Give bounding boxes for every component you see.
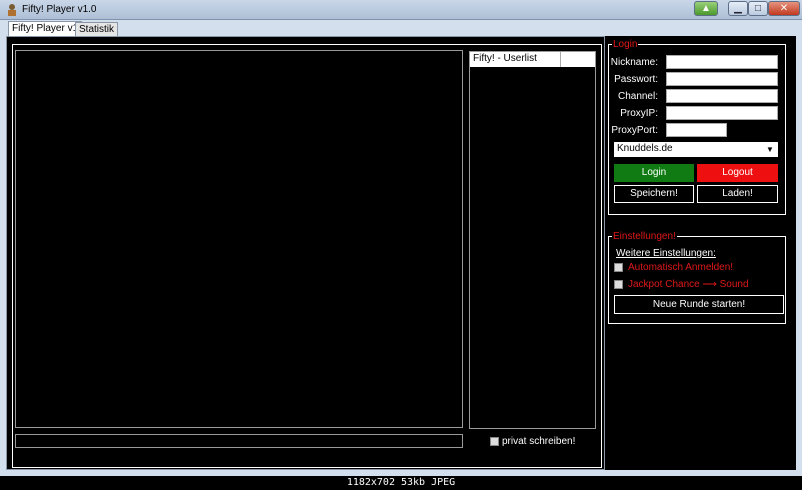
auto-login-label: Automatisch Anmelden!: [628, 262, 734, 273]
update-icon[interactable]: ▲: [694, 1, 718, 16]
auto-login-checkbox[interactable]: [614, 263, 623, 272]
chat-output[interactable]: [15, 50, 463, 428]
proxyip-field[interactable]: [666, 106, 778, 120]
nickname-field[interactable]: [666, 55, 778, 69]
app-icon: [6, 3, 18, 16]
minimize-button[interactable]: ▁: [728, 1, 748, 16]
server-select[interactable]: Knuddels.de: [614, 142, 778, 157]
window-title: Fifty! Player v1.0: [22, 4, 97, 15]
new-round-button[interactable]: Neue Runde starten!: [614, 295, 784, 314]
proxyport-field[interactable]: [666, 123, 727, 137]
load-button[interactable]: Laden!: [697, 185, 778, 203]
private-label: privat schreiben!: [502, 436, 576, 447]
image-caption: 1182x702 53kb JPEG: [0, 476, 802, 490]
password-label: Passwort:: [614, 74, 658, 85]
chevron-down-icon[interactable]: ▼: [766, 145, 774, 154]
channel-field[interactable]: [666, 89, 778, 103]
logout-button[interactable]: Logout: [697, 164, 778, 182]
tab-fifty-player[interactable]: Fifty! Player v1: [8, 21, 83, 37]
channel-label: Channel:: [617, 91, 658, 102]
jackpot-sound-checkbox[interactable]: [614, 280, 623, 289]
maximize-button[interactable]: □: [748, 1, 768, 16]
close-button[interactable]: ✕: [768, 1, 800, 16]
save-button[interactable]: Speichern!: [614, 185, 694, 203]
private-checkbox[interactable]: [490, 437, 499, 446]
login-button[interactable]: Login: [614, 164, 694, 182]
userlist[interactable]: [469, 51, 596, 429]
jackpot-sound-label: Jackpot Chance ⟶ Sound: [628, 279, 749, 290]
nickname-label: Nickname:: [610, 57, 658, 68]
login-legend: Login: [612, 39, 639, 50]
column-separator: [560, 52, 561, 67]
userlist-header[interactable]: Fifty! - Userlist: [470, 52, 595, 67]
settings-heading: Weitere Einstellungen:: [616, 248, 716, 259]
tab-statistik[interactable]: Statistik: [75, 22, 119, 37]
chat-input[interactable]: [15, 434, 463, 448]
proxyip-label: ProxyIP:: [620, 108, 658, 119]
proxyport-label: ProxyPort:: [611, 125, 658, 136]
settings-legend: Einstellungen!: [612, 231, 677, 242]
password-field[interactable]: [666, 72, 778, 86]
title-bar: [0, 0, 802, 20]
